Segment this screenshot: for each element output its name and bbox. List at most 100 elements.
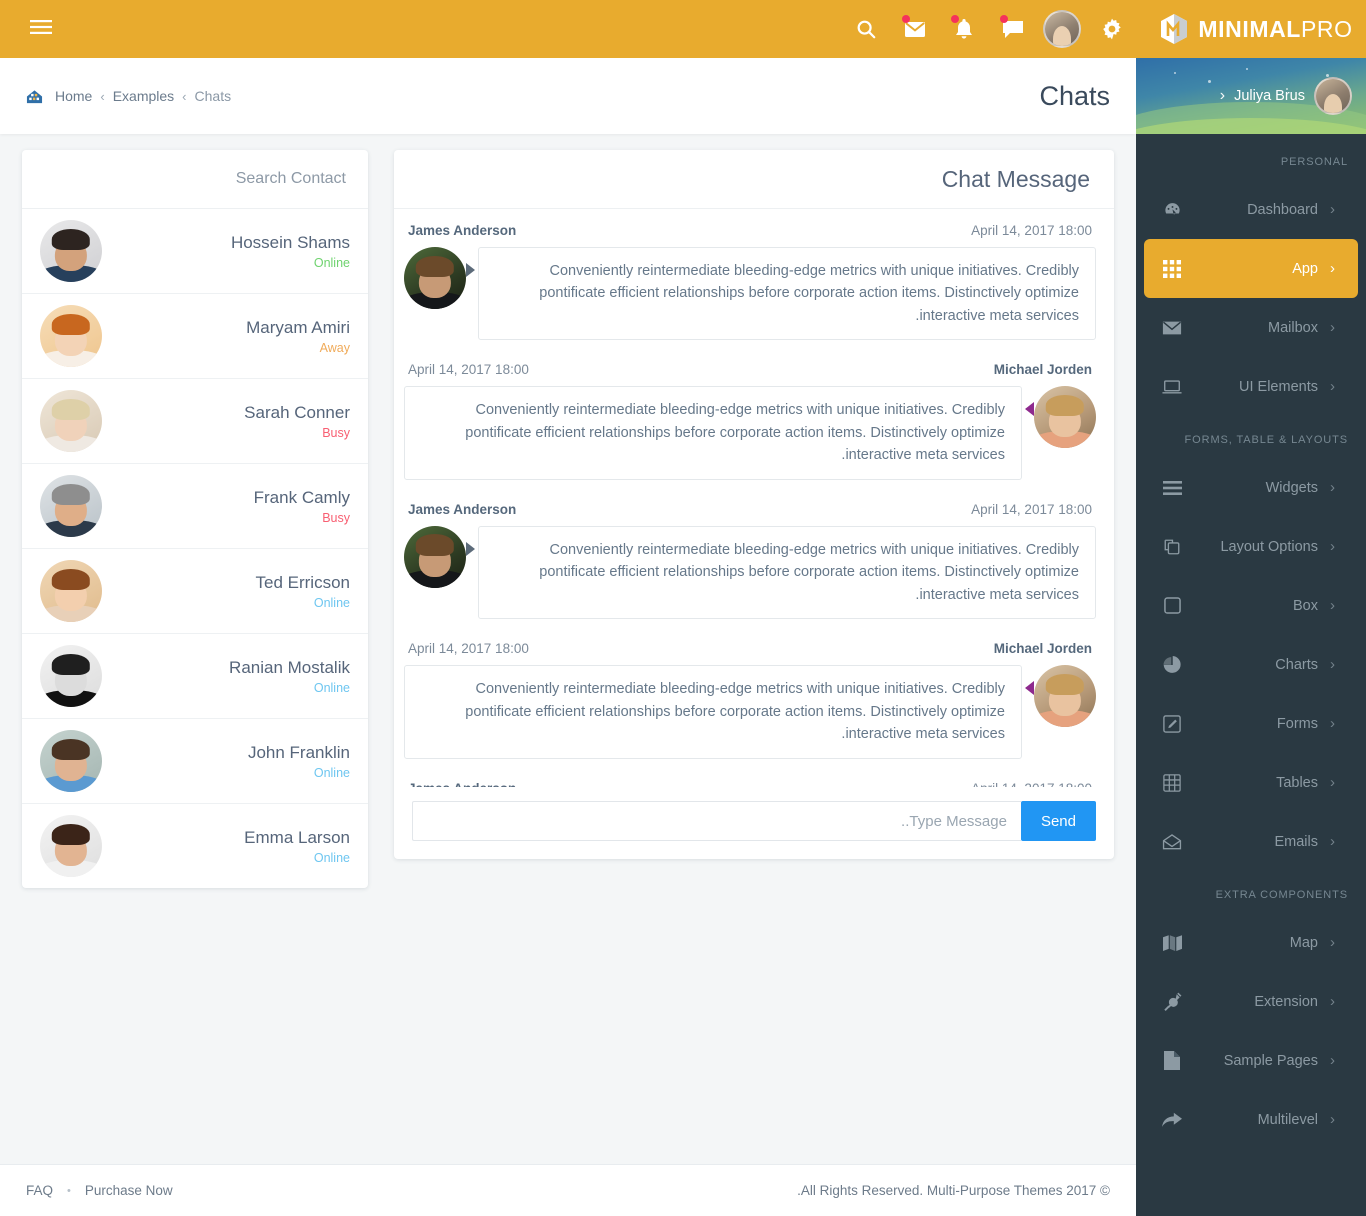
sidebar-item-mailbox[interactable]: ‹ Mailbox: [1144, 298, 1358, 357]
chat-message-meta: James Anderson April 14, 2017 18:00: [404, 502, 1096, 526]
chat-message-body: Conveniently reintermediate bleeding-edg…: [404, 247, 1096, 341]
hamburger-icon[interactable]: [30, 19, 52, 40]
john-franklin-avatar: [40, 730, 102, 792]
chevron-left-icon: ‹: [1330, 319, 1335, 336]
breadcrumb-item[interactable]: Examples: [113, 88, 174, 104]
chevron-left-icon: ‹: [1330, 479, 1335, 496]
contact-name: Ted Erricson: [255, 572, 350, 592]
chevron-left-icon: ‹: [1330, 1111, 1335, 1128]
dashboard-gauge-icon: [1160, 200, 1184, 219]
sidebar-item-layout-options[interactable]: ‹ Layout Options: [1144, 517, 1358, 576]
contact-status-badge: Busy: [322, 425, 350, 440]
contact-name: Emma Larson: [244, 827, 350, 847]
sidebar-item-label: UI Elements: [1239, 378, 1318, 395]
sidebar-item-label: Emails: [1274, 833, 1318, 850]
chat-bubble-wrap: Conveniently reintermediate bleeding-edg…: [404, 386, 1022, 480]
contact-meta: Frank Camly Busy: [116, 488, 350, 525]
sidebar-item-multilevel[interactable]: ‹ Multilevel: [1144, 1090, 1358, 1149]
contact-meta: Sarah Conner Busy: [116, 403, 350, 440]
sidebar-group-title: EXTRA COMPONENTS: [1215, 889, 1348, 901]
contact-list-item[interactable]: Sarah Conner Busy: [22, 379, 368, 464]
contact-list-item[interactable]: Ted Erricson Online: [22, 549, 368, 634]
chevron-left-icon: ‹: [1330, 378, 1335, 395]
breadcrumb-item[interactable]: Home: [55, 88, 92, 104]
chat-message-card: Chat Message James Anderson April 14, 201…: [394, 150, 1114, 859]
contact-name: Maryam Amiri: [246, 317, 350, 337]
chat-message-list[interactable]: James Anderson April 14, 2017 18:00 Conven…: [394, 209, 1114, 787]
footer-separator: •: [67, 1184, 71, 1197]
chevron-left-icon: ‹: [1330, 260, 1335, 277]
sidebar-item-forms[interactable]: ‹ Forms: [1144, 694, 1358, 753]
sidebar-item-charts[interactable]: ‹ Charts: [1144, 635, 1358, 694]
chat-bubble-text: Conveniently reintermediate bleeding-edg…: [478, 525, 1096, 620]
contact-meta: Ranian Mostalik Online: [116, 658, 350, 695]
contact-list-item[interactable]: Emma Larson Online: [22, 804, 368, 888]
chat-bubble-wrap: Conveniently reintermediate bleeding-edg…: [478, 525, 1096, 620]
search-contact-input[interactable]: [44, 170, 346, 188]
contact-list: Hossein Shams Online Maryam Amiri Away Sarah…: [22, 209, 368, 888]
chat-icon[interactable]: [988, 0, 1037, 58]
chat-bubble-text: Conveniently reintermediate bleeding-edg…: [404, 386, 1022, 480]
chat-message-time: April 14, 2017 18:00: [971, 501, 1092, 517]
sidebar-item-dashboard[interactable]: ‹ Dashboard: [1144, 180, 1358, 239]
contacts-card-header: [22, 150, 368, 209]
breadcrumb-item[interactable]: Chats: [195, 88, 232, 104]
chevron-left-icon: ‹: [1330, 1052, 1335, 1069]
contact-meta: Maryam Amiri Away: [116, 318, 350, 355]
file-page-icon: [1160, 1051, 1184, 1070]
sidebar-item-widgets[interactable]: ‹ Widgets: [1144, 458, 1358, 517]
contact-list-item[interactable]: Frank Camly Busy: [22, 464, 368, 549]
footer-link[interactable]: FAQ: [26, 1183, 53, 1198]
main-content: Chat Message James Anderson April 14, 201…: [0, 134, 1136, 1164]
page-footer: Purchase Now • FAQ © 2017 All Rights Reser…: [0, 1164, 1136, 1216]
message-input[interactable]: [412, 801, 1021, 841]
sidebar-item-tables[interactable]: ‹ Tables: [1144, 753, 1358, 812]
chat-message-body: Conveniently reintermediate bleeding-edg…: [404, 665, 1096, 759]
sidebar-item-box[interactable]: ‹ Box: [1144, 576, 1358, 635]
contact-status-badge: Online: [313, 765, 350, 780]
contact-list-item[interactable]: John Franklin Online: [22, 719, 368, 804]
chat-message-body: Conveniently reintermediate bleeding-edg…: [404, 525, 1096, 620]
sidebar-profile[interactable]: Juliya Brus ‹: [1136, 58, 1366, 134]
contact-status-badge: Online: [313, 255, 350, 270]
sidebar-item-sample-pages[interactable]: ‹ Sample Pages: [1144, 1031, 1358, 1090]
chevron-left-icon: ‹: [1330, 597, 1335, 614]
chevron-left-icon[interactable]: ‹: [1220, 87, 1225, 105]
footer-link[interactable]: Purchase Now: [85, 1183, 173, 1198]
sidebar-group-title: PERSONAL: [1280, 156, 1348, 168]
map-icon: [1160, 934, 1184, 952]
search-icon[interactable]: [841, 0, 890, 58]
breadcrumb-home-icon[interactable]: [26, 88, 43, 105]
contact-list-item[interactable]: Ranian Mostalik Online: [22, 634, 368, 719]
chevron-left-icon: ‹: [1330, 934, 1335, 951]
chat-message-meta: James Anderson April 14, 2017 18:00: [404, 781, 1096, 787]
footer-links: Purchase Now • FAQ: [26, 1183, 173, 1198]
sidebar-item-app[interactable]: ‹ App: [1144, 239, 1358, 298]
sidebar-item-extension[interactable]: ‹ Extension: [1144, 972, 1358, 1031]
brand-logo-area[interactable]: MINIMALPRO: [1136, 0, 1366, 58]
grid-apps-icon: [1160, 259, 1184, 278]
breadcrumb-separator: ‹: [100, 88, 105, 104]
topbar: [0, 0, 1136, 58]
envelope-icon[interactable]: [890, 0, 939, 58]
chat-message: April 14, 2017 18:00 Michael Jorden Conven…: [404, 641, 1096, 759]
emma-larson-avatar: [40, 815, 102, 877]
chat-message-meta: April 14, 2017 18:00 Michael Jorden: [404, 641, 1096, 665]
chat-card-header: Chat Message: [394, 150, 1114, 209]
send-button[interactable]: Send: [1020, 801, 1096, 841]
chat-bubble-text: Conveniently reintermediate bleeding-edg…: [478, 247, 1096, 341]
bubble-pointer-icon: [466, 541, 475, 556]
chat-message-meta: James Anderson April 14, 2017 18:00: [404, 223, 1096, 247]
contact-list-item[interactable]: Hossein Shams Online: [22, 209, 368, 294]
user-avatar[interactable]: [1043, 10, 1081, 48]
sidebar-item-map[interactable]: ‹ Map: [1144, 913, 1358, 972]
hossein-shams-avatar: [40, 220, 102, 282]
sidebar-item-emails[interactable]: ‹ Emails: [1144, 812, 1358, 871]
chat-message-time: April 14, 2017 18:00: [971, 781, 1092, 787]
contact-status-badge: Online: [313, 680, 350, 695]
contact-list-item[interactable]: Maryam Amiri Away: [22, 294, 368, 379]
sidebar-item-ui-elements[interactable]: ‹ UI Elements: [1144, 357, 1358, 416]
bell-icon[interactable]: [939, 0, 988, 58]
settings-icon[interactable]: [1087, 0, 1136, 58]
notification-badge: [951, 15, 959, 23]
